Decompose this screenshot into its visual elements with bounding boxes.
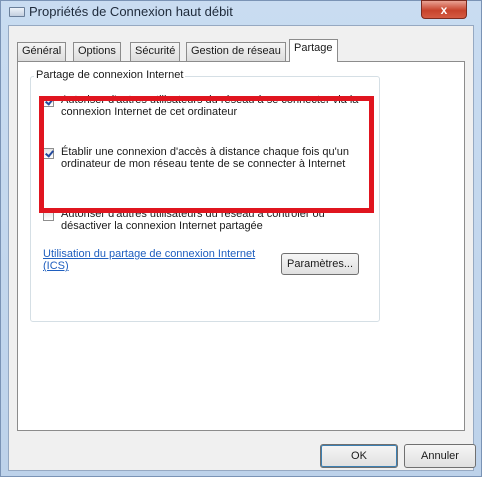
cancel-button[interactable]: Annuler xyxy=(404,444,476,468)
red-highlight-box xyxy=(39,96,374,213)
dialog-body: Général Options Sécurité Gestion de rése… xyxy=(8,25,476,471)
tab-options[interactable]: Options xyxy=(73,42,121,61)
close-button[interactable]: x xyxy=(421,0,467,19)
tab-sharing[interactable]: Partage xyxy=(289,39,338,62)
ics-group-label: Partage de connexion Internet xyxy=(34,69,186,81)
title-bar: Propriétés de Connexion haut débit x xyxy=(1,0,481,25)
tab-general[interactable]: Général xyxy=(17,42,67,61)
window-title: Propriétés de Connexion haut débit xyxy=(29,4,233,19)
ics-help-link[interactable]: Utilisation du partage de connexion Inte… xyxy=(43,248,273,272)
ok-button[interactable]: OK xyxy=(320,444,398,468)
connection-icon xyxy=(9,7,25,17)
dialog-window: Propriétés de Connexion haut débit x Gén… xyxy=(0,0,482,477)
tab-security[interactable]: Sécurité xyxy=(130,42,181,61)
tab-network[interactable]: Gestion de réseau xyxy=(186,42,286,61)
settings-button[interactable]: Paramètres... xyxy=(281,253,359,275)
